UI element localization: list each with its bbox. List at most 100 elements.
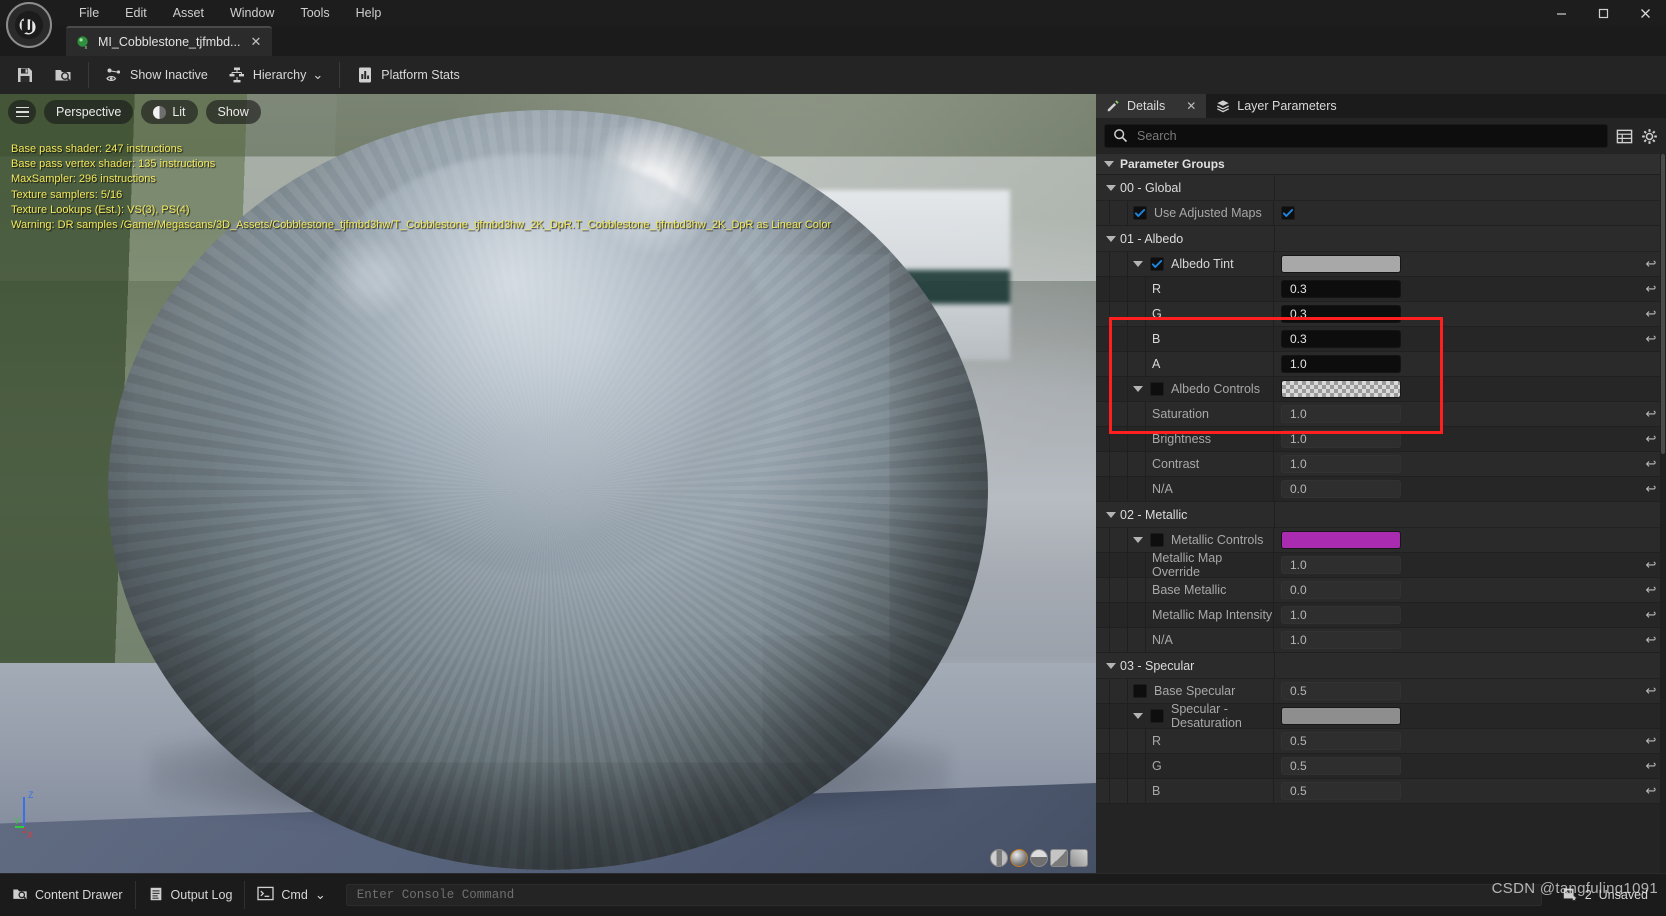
panel-tab-details[interactable]: Details ✕ [1096,94,1207,118]
numeric-value-field[interactable]: 1.0 [1281,430,1401,448]
hierarchy-button[interactable]: Hierarchy ⌄ [218,61,333,89]
parameter-row[interactable]: Contrast 1.0 ↩ [1096,452,1666,477]
viewport-camera-mode-button[interactable]: Perspective [44,100,134,124]
numeric-value-field[interactable]: 0.3 [1281,305,1401,323]
browse-button[interactable] [44,61,82,89]
parameter-row[interactable]: Metallic Map Intensity 1.0 ↩ [1096,603,1666,628]
preview-shape-selector[interactable] [990,849,1088,867]
parameter-row[interactable]: Use Adjusted Maps [1096,201,1666,226]
cube-preview-icon[interactable] [1050,849,1068,867]
show-inactive-button[interactable]: Show Inactive [95,61,218,89]
document-tab-material-instance[interactable]: x MI_Cobblestone_tjfmbd... ✕ [66,26,273,56]
parameter-row[interactable]: B 0.3 ↩ [1096,327,1666,352]
numeric-value-field[interactable]: 1.0 [1281,455,1401,473]
expander-triangle-icon[interactable] [1106,235,1116,242]
maximize-button[interactable] [1582,0,1624,26]
parameter-row[interactable]: Brightness 1.0 ↩ [1096,427,1666,452]
color-swatch[interactable] [1281,255,1401,273]
viewport-view-mode-button[interactable]: Lit [141,100,198,124]
parameter-category-02-metallic[interactable]: 02 - Metallic [1096,502,1666,528]
details-scrollbar[interactable] [1660,154,1666,876]
save-button[interactable] [6,61,44,89]
value-checkbox[interactable] [1281,206,1295,220]
menu-item-window[interactable]: Window [217,3,287,23]
parameter-row[interactable]: Metallic Map Override 1.0 ↩ [1096,551,1666,579]
parameter-row[interactable]: R 0.3 ↩ [1096,277,1666,302]
parameter-row[interactable]: Base Metallic 0.0 ↩ [1096,578,1666,603]
parameter-row[interactable]: Albedo Controls [1096,377,1666,402]
parameter-row[interactable]: R 0.5 ↩ [1096,729,1666,754]
parameter-row[interactable]: Metallic Controls [1096,528,1666,553]
parameter-groups-header[interactable]: Parameter Groups [1096,154,1666,175]
console-command-input-wrapper[interactable] [345,884,1542,906]
sphere-preview-icon[interactable] [1010,849,1028,867]
parameter-row[interactable]: Specular - Desaturation [1096,702,1666,730]
expander-triangle-icon[interactable] [1133,261,1143,267]
cmd-mode-button[interactable]: Cmd ⌄ [245,881,337,909]
menu-item-tools[interactable]: Tools [287,3,342,23]
parameter-row[interactable]: Albedo Tint ↩ [1096,252,1666,277]
numeric-value-field[interactable]: 1.0 [1281,631,1401,649]
parameter-override-checkbox[interactable] [1133,206,1147,220]
parameter-category-03-specular[interactable]: 03 - Specular [1096,653,1666,679]
console-command-input[interactable] [356,888,1531,902]
parameter-row[interactable]: N/A 0.0 ↩ [1096,477,1666,502]
parameter-row[interactable]: B 0.5 ↩ [1096,779,1666,804]
parameter-category-01-albedo[interactable]: 01 - Albedo [1096,226,1666,252]
cylinder-preview-icon[interactable] [990,849,1008,867]
color-swatch[interactable] [1281,380,1401,398]
color-swatch[interactable] [1281,707,1401,725]
parameter-category-00-global[interactable]: 00 - Global [1096,175,1666,201]
parameter-override-checkbox[interactable] [1150,709,1164,723]
viewport-show-flags-button[interactable]: Show [205,100,261,124]
panel-tab-layer-parameters[interactable]: Layer Parameters [1206,94,1346,118]
parameter-list[interactable]: Parameter Groups 00 - Global Use Adjusted… [1096,154,1666,876]
numeric-value-field[interactable]: 0.3 [1281,330,1401,348]
numeric-value-field[interactable]: 0.5 [1281,732,1401,750]
plane-preview-icon[interactable] [1030,849,1048,867]
numeric-value-field[interactable]: 0.3 [1281,280,1401,298]
expander-triangle-icon[interactable] [1104,161,1114,167]
parameter-override-checkbox[interactable] [1150,533,1164,547]
minimize-button[interactable] [1540,0,1582,26]
parameter-override-checkbox[interactable] [1150,382,1164,396]
parameter-row[interactable]: Base Specular 0.5 ↩ [1096,679,1666,704]
numeric-value-field[interactable]: 0.5 [1281,757,1401,775]
parameter-override-checkbox[interactable] [1150,257,1164,271]
document-tab-close-icon[interactable]: ✕ [247,34,264,50]
menu-item-edit[interactable]: Edit [112,3,160,23]
numeric-value-field[interactable]: 1.0 [1281,606,1401,624]
parameter-row[interactable]: G 0.5 ↩ [1096,754,1666,779]
numeric-value-field[interactable]: 0.5 [1281,682,1401,700]
search-input[interactable] [1137,129,1599,143]
panel-tab-close-icon[interactable]: ✕ [1186,99,1196,113]
parameter-row[interactable]: G 0.3 ↩ [1096,302,1666,327]
custom-mesh-preview-icon[interactable] [1070,849,1088,867]
menu-item-file[interactable]: File [66,3,112,23]
viewport-menu-icon[interactable] [8,100,36,124]
parameter-override-checkbox[interactable] [1133,684,1147,698]
platform-stats-button[interactable]: Platform Stats [346,61,470,89]
expander-triangle-icon[interactable] [1133,713,1143,719]
numeric-value-field[interactable]: 1.0 [1281,405,1401,423]
output-log-button[interactable]: Output Log [136,881,245,909]
parameter-row[interactable]: N/A 1.0 ↩ [1096,628,1666,653]
expander-triangle-icon[interactable] [1106,511,1116,518]
table-view-icon[interactable] [1616,128,1633,145]
source-control-button[interactable]: 2 Unsaved [1550,881,1660,909]
numeric-value-field[interactable]: 1.0 [1281,355,1401,373]
material-preview-viewport[interactable]: Perspective Lit Show Base pass shader: 2… [0,94,1096,873]
search-input-wrapper[interactable] [1104,124,1608,148]
parameter-row[interactable]: Saturation 1.0 ↩ [1096,402,1666,427]
expander-triangle-icon[interactable] [1106,184,1116,191]
content-drawer-button[interactable]: Content Drawer [0,881,135,909]
numeric-value-field[interactable]: 0.0 [1281,480,1401,498]
menu-item-asset[interactable]: Asset [160,3,217,23]
expander-triangle-icon[interactable] [1133,386,1143,392]
parameter-row[interactable]: A 1.0 [1096,352,1666,377]
expander-triangle-icon[interactable] [1106,662,1116,669]
settings-gear-icon[interactable] [1641,128,1658,145]
color-swatch[interactable] [1281,531,1401,549]
menu-item-help[interactable]: Help [343,3,395,23]
close-button[interactable] [1624,0,1666,26]
